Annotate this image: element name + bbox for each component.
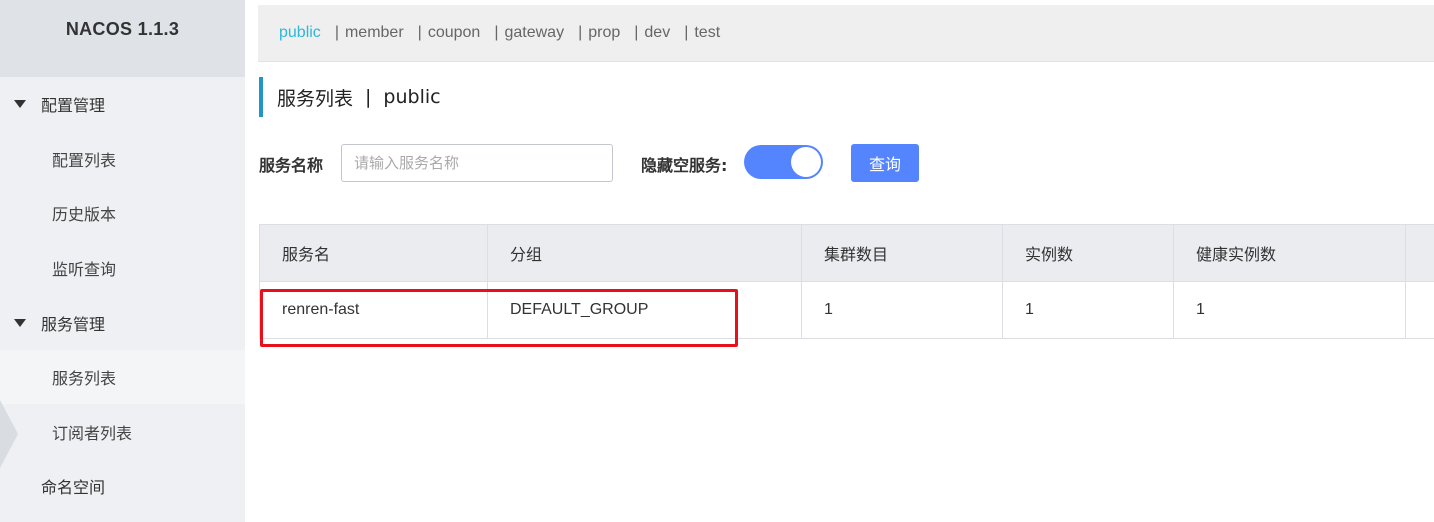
- namespace-separator: |: [634, 24, 639, 41]
- column-header-instance-count: 实例数: [1002, 225, 1173, 281]
- cell-instance-count: 1: [1002, 282, 1173, 338]
- sidebar-item-history-version[interactable]: 历史版本: [0, 186, 245, 240]
- cell-healthy-instance-count: 1: [1173, 282, 1405, 338]
- namespace-prop[interactable]: prop: [588, 24, 620, 42]
- hide-empty-label: 隐藏空服务:: [641, 156, 728, 175]
- namespace-member[interactable]: member: [345, 24, 404, 42]
- namespace-gateway[interactable]: gateway: [504, 24, 564, 42]
- sidebar-item-listener-query[interactable]: 监听查询: [0, 241, 245, 295]
- namespace-test[interactable]: test: [694, 24, 720, 42]
- sidebar-group-label: 配置管理: [41, 96, 106, 115]
- caret-down-icon: [14, 100, 26, 108]
- sidebar-group-config-management[interactable]: 配置管理: [0, 77, 245, 131]
- page-title-separator: |: [365, 86, 372, 108]
- sidebar-group-label: 服务管理: [41, 315, 106, 334]
- table-row[interactable]: renren-fast DEFAULT_GROUP 1 1 1: [259, 282, 1434, 339]
- column-header-service-name: 服务名: [259, 225, 487, 281]
- service-name-label: 服务名称: [259, 156, 324, 175]
- page-title: 服务列表 | public: [259, 77, 441, 117]
- sidebar-item-service-list[interactable]: 服务列表: [0, 350, 245, 404]
- sidebar-collapse-handle[interactable]: [0, 400, 18, 468]
- service-table: 服务名 分组 集群数目 实例数 健康实例数 renren-fast DEFAUL…: [259, 224, 1434, 339]
- column-header-operations: [1405, 225, 1434, 281]
- namespace-separator: |: [684, 24, 689, 41]
- sidebar: NACOS 1.1.3 配置管理 配置列表 历史版本 监听查询 服务管理 服务列…: [0, 0, 245, 522]
- sidebar-group-service-management[interactable]: 服务管理: [0, 296, 245, 350]
- namespace-public[interactable]: public: [279, 24, 321, 42]
- namespace-separator: |: [494, 24, 499, 41]
- hide-empty-toggle[interactable]: [744, 145, 823, 179]
- page-title-namespace: public: [383, 86, 441, 108]
- namespace-separator: |: [578, 24, 583, 41]
- namespace-separator: |: [334, 24, 339, 41]
- service-name-input[interactable]: [341, 144, 613, 182]
- caret-down-icon: [14, 319, 26, 327]
- cell-operations: [1405, 282, 1434, 338]
- sidebar-item-subscriber-list[interactable]: 订阅者列表: [0, 405, 245, 459]
- cell-cluster-count: 1: [801, 282, 1002, 338]
- column-header-healthy-instance-count: 健康实例数: [1173, 225, 1405, 281]
- sidebar-item-config-list[interactable]: 配置列表: [0, 132, 245, 186]
- namespace-dev[interactable]: dev: [644, 24, 670, 42]
- cell-service-name: renren-fast: [259, 282, 487, 338]
- sidebar-item-namespace[interactable]: 命名空间: [0, 459, 245, 513]
- brand-title: NACOS 1.1.3: [0, 0, 245, 77]
- column-header-group: 分组: [487, 225, 801, 281]
- namespace-separator: |: [417, 24, 422, 41]
- cell-group: DEFAULT_GROUP: [487, 282, 801, 338]
- query-button[interactable]: 查询: [851, 144, 919, 182]
- page-title-text: 服务列表: [277, 87, 354, 110]
- toggle-knob: [791, 147, 821, 177]
- table-header: 服务名 分组 集群数目 实例数 健康实例数: [259, 225, 1434, 282]
- namespace-bar: public | member | coupon | gateway | pro…: [258, 5, 1434, 62]
- column-header-cluster-count: 集群数目: [801, 225, 1002, 281]
- namespace-coupon[interactable]: coupon: [428, 24, 481, 42]
